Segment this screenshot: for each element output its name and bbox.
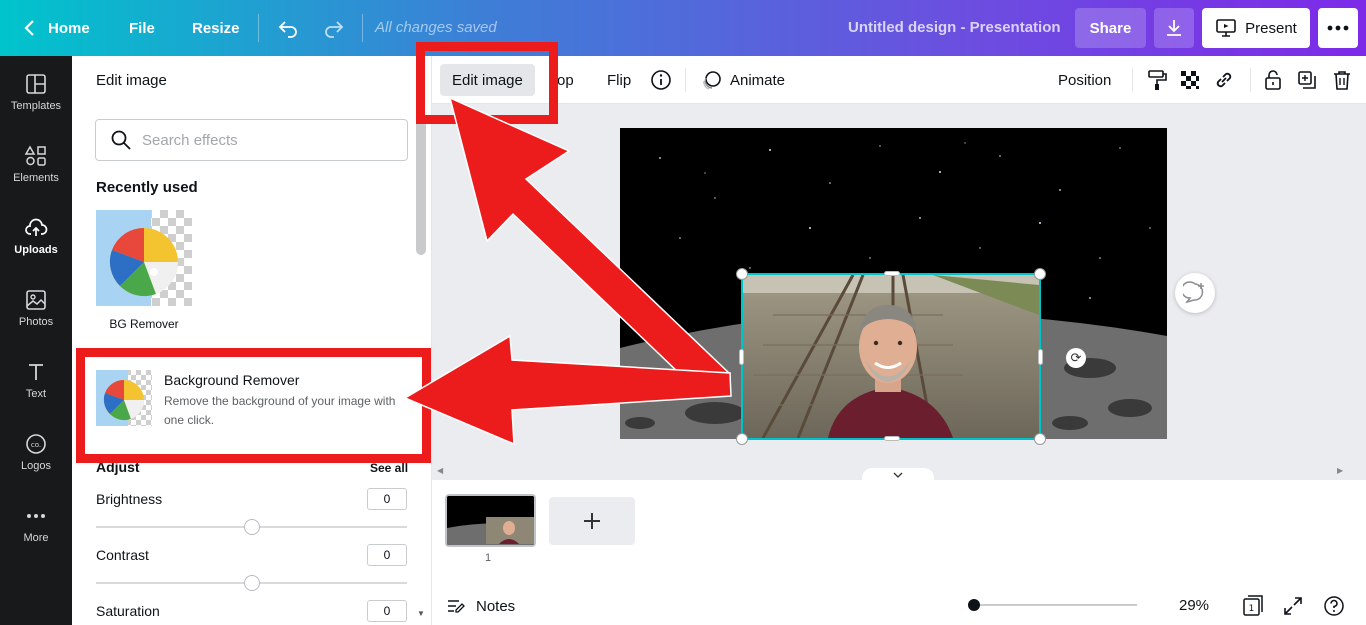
annotation-arrows <box>403 96 732 446</box>
